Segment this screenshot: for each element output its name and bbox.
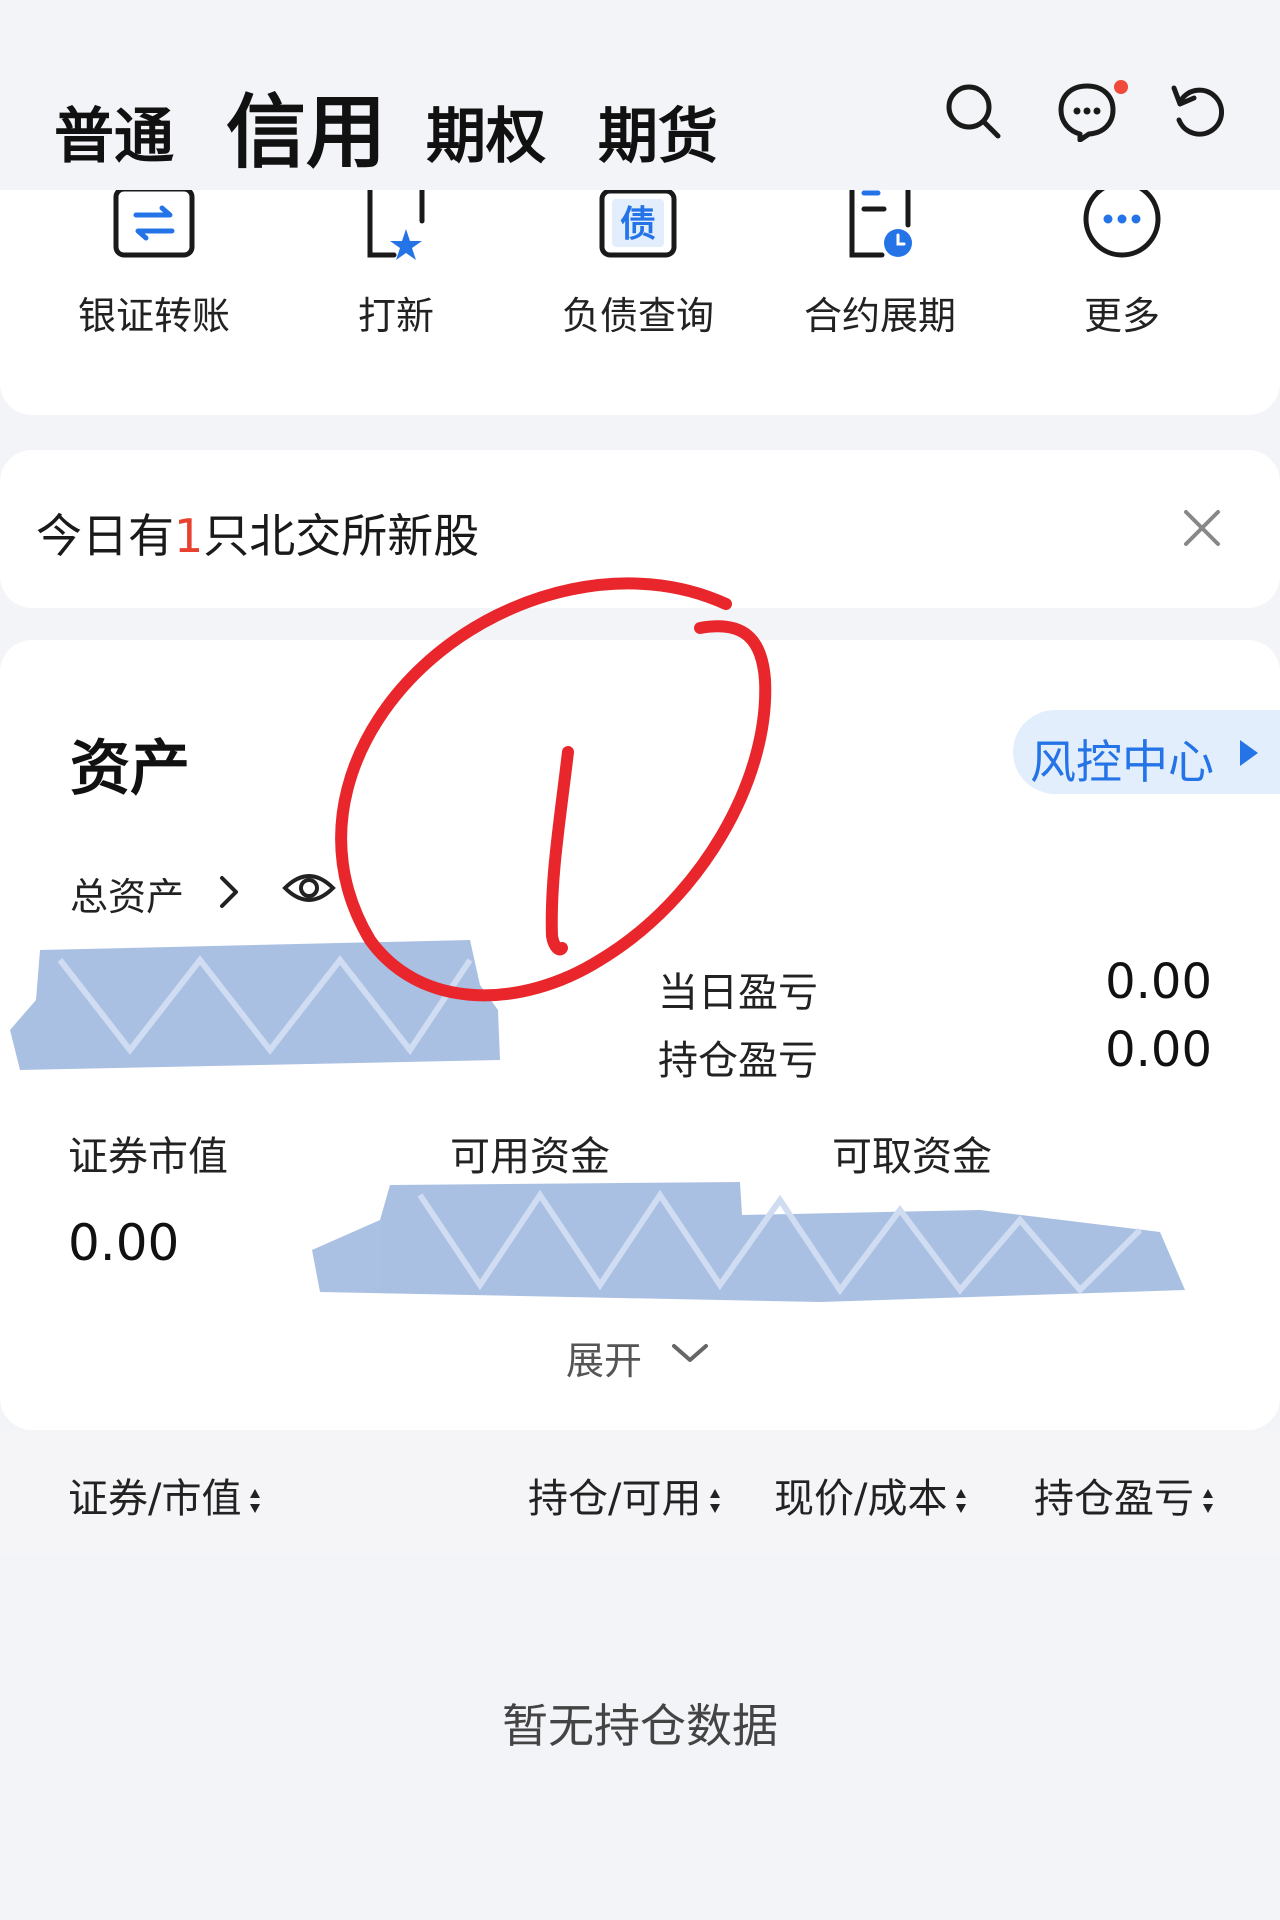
triangle-right-icon — [1240, 740, 1258, 766]
chevron-down-icon[interactable] — [668, 1338, 712, 1368]
action-label: 合约展期 — [803, 294, 956, 338]
total-assets-label[interactable]: 总资产 — [70, 866, 184, 921]
search-icon[interactable] — [942, 80, 1004, 142]
eye-icon[interactable] — [282, 868, 336, 908]
action-label: 银证转账 — [77, 294, 230, 338]
column-label: 持仓盈亏 — [1034, 1476, 1194, 1522]
sort-icon — [956, 1489, 967, 1513]
column-label: 证券/市值 — [68, 1476, 242, 1522]
sort-icon — [710, 1489, 721, 1513]
page: 普通 信用 期权 期货 银证转账 打新 债 负债查询 合约展期 更多 今日有1只… — [0, 0, 1280, 1920]
more-icon — [1083, 185, 1161, 258]
action-more[interactable]: 更多 — [1012, 185, 1232, 340]
notice-suffix: 只北交所新股 — [203, 509, 480, 563]
action-bank-transfer[interactable]: 银证转账 — [44, 185, 264, 340]
securities-value-label: 证券市值 — [68, 1134, 228, 1180]
svg-text:债: 债 — [620, 204, 656, 245]
empty-holdings-text: 暂无持仓数据 — [502, 1699, 778, 1753]
column-label: 现价/成本 — [774, 1476, 948, 1522]
daily-pnl-value: 0.00 — [1105, 954, 1212, 1010]
risk-center-label: 风控中心 — [1030, 735, 1214, 789]
close-icon[interactable] — [1180, 506, 1224, 550]
tab-options[interactable]: 期权 — [426, 88, 546, 175]
unread-dot — [1114, 80, 1128, 94]
daily-pnl-label: 当日盈亏 — [658, 970, 818, 1016]
available-funds-label: 可用资金 — [450, 1134, 610, 1180]
contract-extend-icon — [849, 185, 912, 258]
notice-text: 今日有1只北交所新股 — [36, 500, 479, 566]
position-pnl-value: 0.00 — [1105, 1022, 1212, 1078]
sort-icon — [250, 1489, 261, 1513]
column-position-available[interactable]: 持仓/可用 — [528, 1466, 721, 1524]
transfer-icon — [113, 186, 195, 258]
tab-credit[interactable]: 信用 — [226, 68, 386, 184]
message-icon[interactable] — [1056, 80, 1118, 142]
withdrawable-funds-label: 可取资金 — [832, 1134, 992, 1180]
column-securities-value[interactable]: 证券/市值 — [68, 1466, 261, 1524]
column-price-cost[interactable]: 现价/成本 — [774, 1466, 967, 1524]
sort-icon — [1203, 1489, 1213, 1513]
action-label: 更多 — [1083, 294, 1160, 338]
tab-futures[interactable]: 期货 — [598, 88, 718, 175]
chevron-right-icon[interactable] — [214, 872, 244, 912]
expand-label[interactable]: 展开 — [566, 1330, 642, 1385]
column-position-pnl[interactable]: 持仓盈亏 — [1034, 1466, 1214, 1524]
debt-icon: 债 — [599, 188, 677, 258]
notice-count: 1 — [174, 509, 204, 563]
securities-value: 0.00 — [68, 1214, 180, 1272]
new-stock-icon — [367, 185, 425, 260]
assets-title: 资产 — [70, 734, 190, 804]
action-contract-extend[interactable]: 合约展期 — [770, 185, 990, 340]
action-label: 负债查询 — [561, 294, 714, 338]
action-new-stock[interactable]: 打新 — [286, 185, 506, 340]
refresh-icon[interactable] — [1168, 80, 1230, 142]
column-label: 持仓/可用 — [528, 1476, 702, 1522]
notice-prefix: 今日有 — [36, 509, 174, 563]
top-nav: 普通 信用 期权 期货 — [0, 0, 1280, 190]
action-label: 打新 — [357, 294, 434, 338]
tab-normal[interactable]: 普通 — [54, 88, 174, 175]
position-pnl-label: 持仓盈亏 — [658, 1038, 818, 1084]
action-debt-query[interactable]: 债 负债查询 — [528, 185, 748, 340]
